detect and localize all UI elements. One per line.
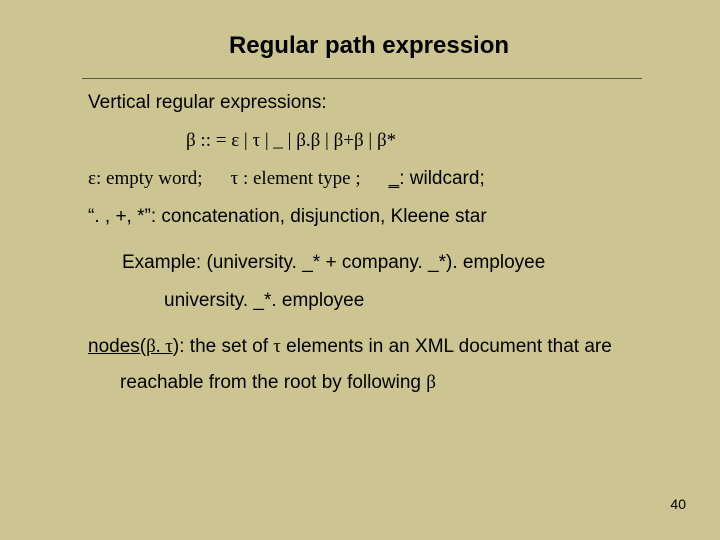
intro-line: Vertical regular expressions: bbox=[88, 93, 670, 113]
def-epsilon: ε: empty word; bbox=[88, 169, 203, 189]
page-number: 40 bbox=[670, 496, 686, 512]
slide-title: Regular path expression bbox=[68, 32, 670, 60]
symbol-definitions: ε: empty word; τ : element type ; _: wil… bbox=[88, 169, 670, 189]
divider bbox=[82, 78, 642, 79]
example-line: Example: (university. _* + company. _*).… bbox=[88, 253, 670, 273]
def-tau: τ : element type ; bbox=[231, 169, 361, 189]
slide-body: Vertical regular expressions: β :: = ε |… bbox=[88, 93, 670, 393]
operators-line: “. , +, *”: concatenation, disjunction, … bbox=[88, 207, 670, 227]
def-wildcard: _: wildcard; bbox=[389, 169, 485, 189]
nodes-line-1: nodes(β. τ): the set of τ elements in an… bbox=[88, 337, 670, 357]
grammar-line: β :: = ε | τ | _ | β.β | β+β | β* bbox=[88, 131, 670, 151]
example-sub-line: university. _*. employee bbox=[88, 291, 670, 311]
nodes-line-2: reachable from the root by following β bbox=[88, 373, 670, 393]
